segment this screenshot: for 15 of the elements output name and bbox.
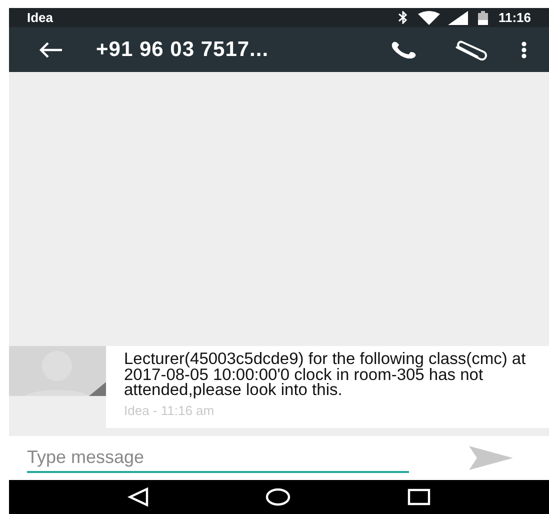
clock-time: 11:16 <box>498 8 531 27</box>
wifi-icon <box>418 10 440 24</box>
message-text: Lecturer(45003c5dcde9) for the following class(cmc) at 2017-08-05 10:00:00'0 clock in room-305 has not attended,please look into this. <box>124 352 527 398</box>
signal-icon <box>448 10 468 24</box>
message-input[interactable]: Type message <box>27 443 409 473</box>
contact-title: +91 96 03 7517... <box>96 36 269 63</box>
battery-icon <box>478 10 488 24</box>
avatar-icon <box>9 346 106 396</box>
more-menu-icon[interactable] <box>521 40 527 58</box>
carrier-name: Idea <box>27 8 54 27</box>
back-icon[interactable] <box>127 487 149 507</box>
bluetooth-icon <box>398 11 408 24</box>
home-icon[interactable] <box>265 488 291 506</box>
back-arrow-icon[interactable] <box>39 40 63 58</box>
recents-icon[interactable] <box>407 488 431 506</box>
